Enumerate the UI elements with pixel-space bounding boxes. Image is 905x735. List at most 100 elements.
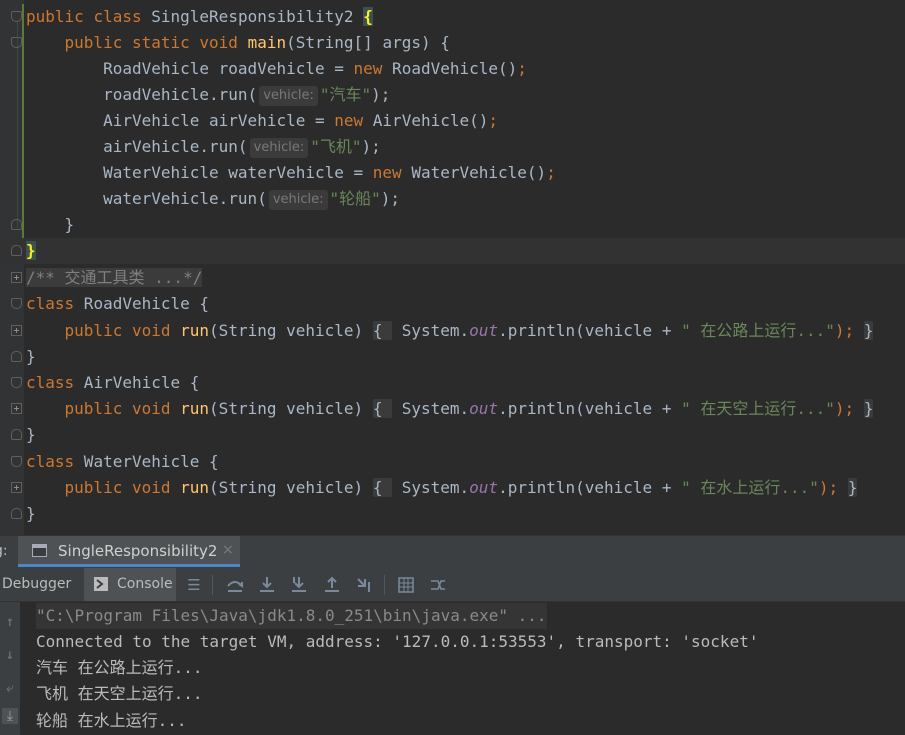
run-to-cursor-icon[interactable]	[356, 576, 374, 594]
folded-comment[interactable]: /** 交通工具类 ...*/	[26, 268, 203, 287]
debug-tool-window-header: g: SingleResponsibility2 ×	[0, 535, 905, 568]
code-line-20[interactable]: }	[0, 501, 905, 527]
menu-icon[interactable]: ☰	[185, 576, 203, 594]
console-line: Connected to the target VM, address: '12…	[36, 632, 759, 651]
field: out	[469, 478, 499, 497]
tab-console-label: Console	[117, 576, 173, 592]
fold-icon[interactable]	[11, 508, 22, 519]
code-text: AirVehicle airVehicle =	[103, 111, 335, 130]
code-line-4[interactable]: roadVehicle.run(vehicle: "汽车");	[0, 82, 905, 108]
application-icon	[32, 544, 47, 557]
code-text: System.	[392, 321, 470, 340]
console-line: 汽车 在公路上运行...	[36, 658, 203, 677]
trace-icon[interactable]	[429, 576, 447, 594]
code-line-16[interactable]: public void run(String vehicle) { System…	[0, 396, 905, 422]
fold-icon[interactable]	[11, 245, 22, 256]
code-text: );	[818, 478, 839, 497]
keyword: public	[64, 399, 123, 418]
code-text: RoadVehicle {	[74, 294, 210, 313]
fold-icon[interactable]	[11, 429, 22, 440]
code-line-3[interactable]: RoadVehicle roadVehicle = new RoadVehicl…	[0, 56, 905, 82]
soft-wrap-icon[interactable]: ⤶	[2, 680, 18, 696]
step-over-icon[interactable]	[226, 576, 244, 594]
code-line-13[interactable]: public void run(String vehicle) { System…	[0, 318, 905, 344]
evaluate-icon[interactable]	[397, 576, 415, 594]
expand-icon[interactable]	[11, 325, 22, 336]
code-line-14[interactable]: }	[0, 344, 905, 370]
console-output[interactable]: ↑ ↓ ⤶ ⤓ "C:\Program Files\Java\jdk1.8.0_…	[0, 602, 905, 735]
method-name: main	[247, 33, 287, 52]
keyword: class	[26, 373, 75, 392]
tab-debugger[interactable]: Debugger	[2, 568, 80, 601]
code-text: WaterVehicle {	[74, 452, 219, 471]
code-line-8[interactable]: waterVehicle.run(vehicle: "轮船");	[0, 186, 905, 212]
fold-icon[interactable]	[11, 11, 22, 22]
debug-toolbar: Debugger Console ☰	[0, 568, 905, 602]
code-text: }	[64, 215, 75, 234]
fold-icon[interactable]	[11, 298, 22, 309]
code-text: System.	[392, 399, 470, 418]
close-icon[interactable]: ×	[222, 542, 234, 558]
tab-single-responsibility2[interactable]: SingleResponsibility2 ×	[18, 536, 240, 567]
expand-icon[interactable]	[11, 482, 22, 493]
down-icon[interactable]: ↓	[2, 647, 18, 663]
code-line-2[interactable]: public static void main(String[] args) {	[0, 30, 905, 56]
class-name: SingleResponsibility2	[151, 7, 354, 26]
tab-console[interactable]: Console	[84, 568, 176, 601]
fold-icon[interactable]	[11, 377, 22, 388]
code-line-10[interactable]: }	[0, 238, 905, 264]
console-icon	[94, 577, 108, 591]
toolbar-separator	[384, 575, 385, 595]
expand-icon[interactable]	[11, 272, 22, 283]
code-line-18[interactable]: class WaterVehicle {	[0, 449, 905, 475]
keyword: void	[131, 321, 171, 340]
fold-icon[interactable]	[11, 351, 22, 362]
code-line-5[interactable]: AirVehicle airVehicle = new AirVehicle()…	[0, 108, 905, 134]
string-literal: "汽车"	[319, 85, 372, 104]
keyword: public	[64, 321, 123, 340]
step-out-icon[interactable]	[323, 576, 341, 594]
semicolon: ;	[546, 163, 556, 182]
keyword: new	[353, 59, 383, 78]
scroll-to-end-icon[interactable]: ⤓	[2, 708, 18, 724]
parameter-hint: vehicle:	[259, 86, 318, 106]
brace: {	[372, 321, 383, 340]
code-text: (String vehicle)	[209, 478, 373, 497]
keyword: public	[26, 7, 84, 26]
step-into-icon[interactable]	[258, 576, 276, 594]
keyword: public	[64, 33, 123, 52]
code-text: }	[26, 347, 36, 366]
keyword: static	[131, 33, 190, 52]
console-line: 轮船 在水上运行...	[36, 711, 187, 730]
code-line-6[interactable]: airVehicle.run(vehicle: "飞机");	[0, 134, 905, 160]
fold-icon[interactable]	[11, 219, 22, 230]
field: out	[469, 399, 499, 418]
string-literal: " 在公路上运行..."	[681, 321, 835, 340]
code-text: WaterVehicle waterVehicle =	[103, 163, 373, 182]
force-step-into-icon[interactable]	[290, 576, 308, 594]
code-line-11[interactable]: /** 交通工具类 ...*/	[0, 265, 905, 291]
code-text: (String vehicle)	[209, 321, 373, 340]
up-icon[interactable]: ↑	[2, 614, 18, 630]
fold-icon[interactable]	[11, 456, 22, 467]
fold-icon[interactable]	[11, 37, 22, 48]
code-line-19[interactable]: public void run(String vehicle) { System…	[0, 475, 905, 501]
code-text: RoadVehicle roadVehicle =	[103, 59, 354, 78]
code-text: }	[26, 504, 36, 523]
code-line-15[interactable]: class AirVehicle {	[0, 370, 905, 396]
console-line[interactable]: "C:\Program Files\Java\jdk1.8.0_251\bin\…	[36, 603, 547, 629]
code-line-1[interactable]: public class SingleResponsibility2 {	[0, 4, 905, 30]
method-name: run	[180, 399, 210, 418]
code-text: RoadVehicle()	[382, 59, 518, 78]
keyword: void	[199, 33, 238, 52]
string-literal: " 在天空上运行..."	[681, 399, 835, 418]
code-line-17[interactable]: }	[0, 422, 905, 448]
brace: {	[363, 7, 373, 26]
code-line-7[interactable]: WaterVehicle waterVehicle = new WaterVeh…	[0, 160, 905, 186]
code-editor[interactable]: public class SingleResponsibility2 { pub…	[0, 0, 905, 535]
code-text: (String vehicle)	[209, 399, 373, 418]
expand-icon[interactable]	[11, 403, 22, 414]
code-line-12[interactable]: class RoadVehicle {	[0, 291, 905, 317]
code-text: );	[361, 137, 381, 156]
code-line-9[interactable]: }	[0, 212, 905, 238]
